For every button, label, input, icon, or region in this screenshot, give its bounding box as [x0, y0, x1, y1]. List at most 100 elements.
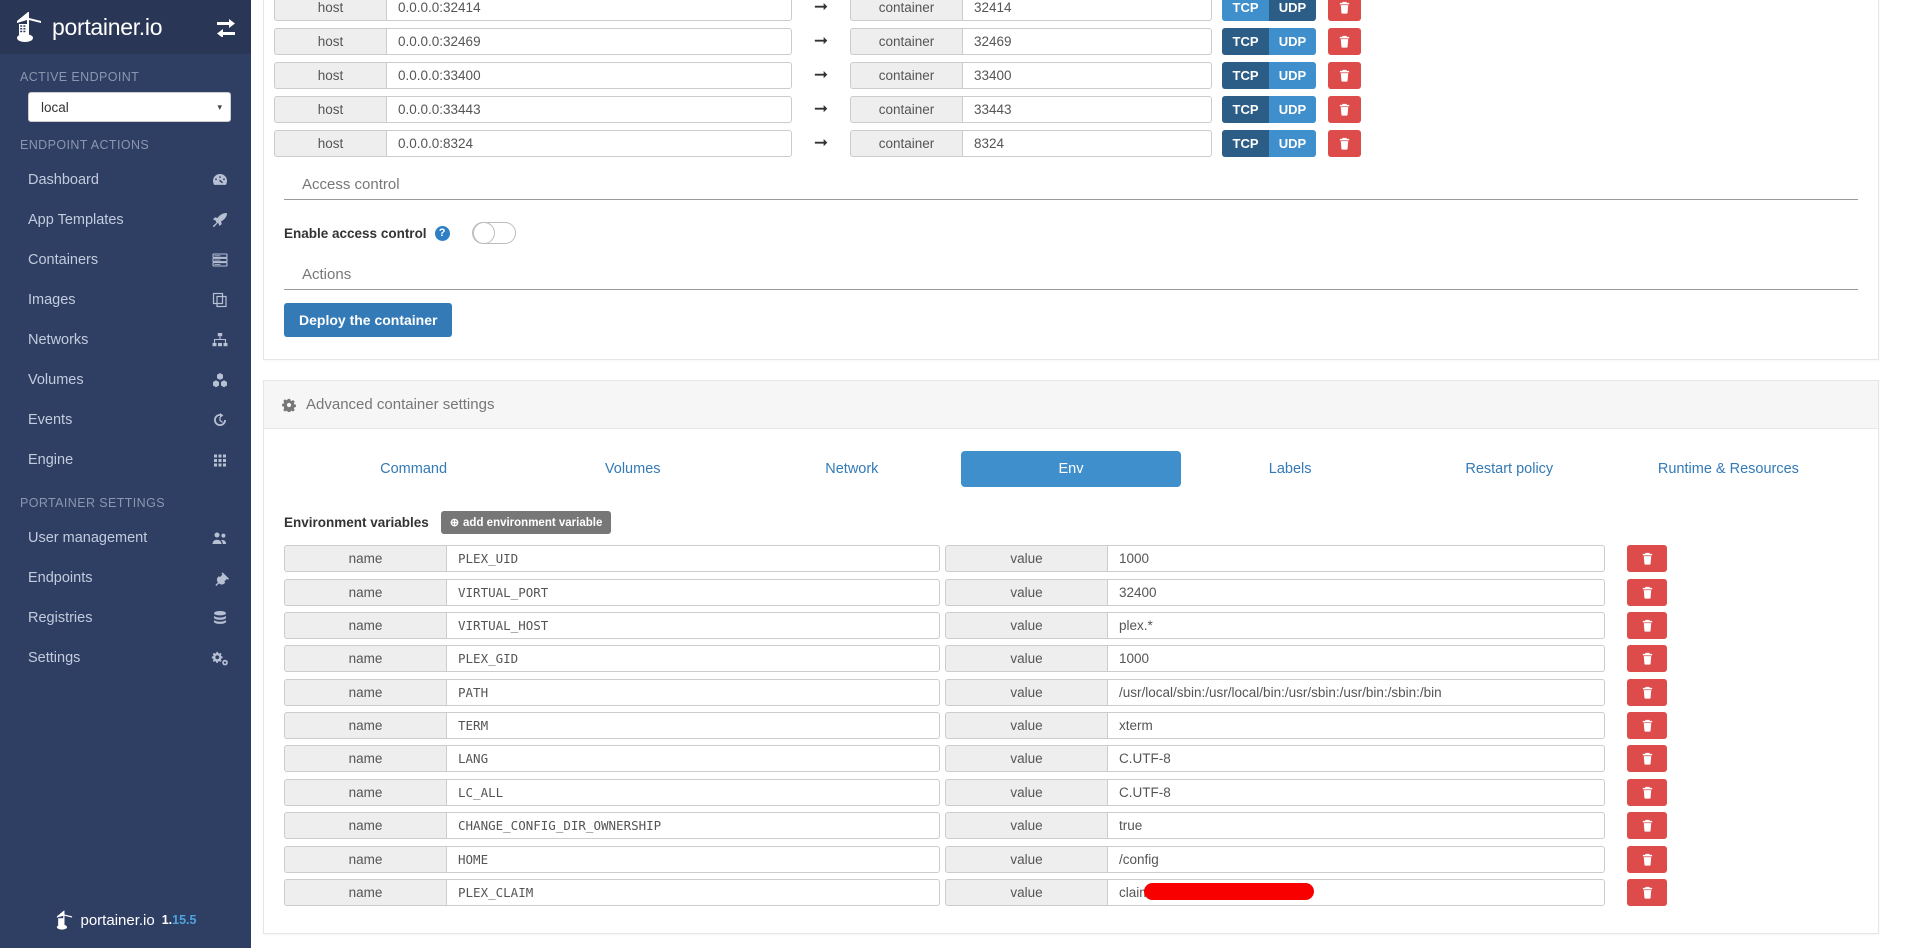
env-value-input[interactable]: 32400	[1107, 578, 1605, 606]
sidebar-item-engine[interactable]: Engine	[0, 440, 251, 480]
protocol-tcp-button[interactable]: TCP	[1222, 129, 1269, 157]
plus-circle-icon: ⊕	[449, 517, 460, 529]
tab-restart-policy[interactable]: Restart policy	[1400, 451, 1619, 487]
env-value-input[interactable]: /config	[1107, 845, 1605, 873]
env-value-input[interactable]: xterm	[1107, 712, 1605, 740]
sidebar-item-dashboard[interactable]: Dashboard	[0, 160, 251, 200]
container-port-input[interactable]: 8324	[962, 129, 1212, 157]
env-name-input[interactable]: PLEX_UID	[446, 545, 940, 573]
delete-env-variable-button[interactable]	[1627, 778, 1667, 806]
env-value-input[interactable]: true	[1107, 812, 1605, 840]
delete-env-variable-button[interactable]	[1627, 611, 1667, 639]
deploy-container-button[interactable]: Deploy the container	[284, 303, 453, 337]
delete-env-variable-button[interactable]	[1627, 745, 1667, 773]
tab-env[interactable]: Env	[961, 451, 1181, 487]
env-value-input[interactable]: 1000	[1107, 645, 1605, 673]
env-value-input[interactable]: C.UTF-8	[1107, 778, 1605, 806]
container-port-group: container 33443	[850, 95, 1212, 123]
trash-icon	[1642, 820, 1652, 832]
container-port-input[interactable]: 32469	[962, 27, 1212, 55]
env-name-input[interactable]: LC_ALL	[446, 778, 940, 806]
sidebar-item-events[interactable]: Events	[0, 400, 251, 440]
protocol-udp-button[interactable]: UDP	[1269, 129, 1316, 157]
delete-port-button[interactable]	[1328, 0, 1361, 21]
sidebar-toggle-icon[interactable]	[215, 17, 237, 38]
env-name-input[interactable]: HOME	[446, 845, 940, 873]
delete-env-variable-button[interactable]	[1627, 645, 1667, 673]
sidebar-item-registries[interactable]: Registries	[0, 598, 251, 638]
port-mapping-row: host 0.0.0.0:33400 ➞ container 33400 TCP…	[274, 58, 1868, 92]
delete-port-button[interactable]	[1328, 129, 1361, 157]
env-name-input[interactable]: CHANGE_CONFIG_DIR_OWNERSHIP	[446, 812, 940, 840]
env-value-group: value claim-	[945, 878, 1605, 906]
protocol-udp-button[interactable]: UDP	[1269, 95, 1316, 123]
env-value-label: value	[945, 578, 1107, 606]
sidebar-item-volumes[interactable]: Volumes	[0, 360, 251, 400]
sidebar-item-endpoints[interactable]: Endpoints	[0, 558, 251, 598]
delete-port-button[interactable]	[1328, 95, 1361, 123]
version-part-b: 15.5	[172, 913, 197, 927]
protocol-udp-button[interactable]: UDP	[1269, 27, 1316, 55]
tab-runtime-resources[interactable]: Runtime & Resources	[1619, 451, 1838, 487]
delete-port-button[interactable]	[1328, 61, 1361, 89]
container-port-input[interactable]: 32414	[962, 0, 1212, 21]
container-port-input[interactable]: 33443	[962, 95, 1212, 123]
protocol-udp-button[interactable]: UDP	[1269, 61, 1316, 89]
tab-labels[interactable]: Labels	[1181, 451, 1400, 487]
delete-env-variable-button[interactable]	[1627, 678, 1667, 706]
arrow-icon: ➞	[813, 0, 829, 16]
protocol-tcp-button[interactable]: TCP	[1222, 0, 1269, 21]
delete-env-variable-button[interactable]	[1627, 812, 1667, 840]
protocol-toggle-group: TCP UDP	[1222, 27, 1316, 55]
delete-env-variable-button[interactable]	[1627, 878, 1667, 906]
delete-env-variable-button[interactable]	[1627, 545, 1667, 573]
sidebar-settings-list: User management Endpoints Registries Set…	[0, 518, 251, 678]
sidebar-item-images[interactable]: Images	[0, 280, 251, 320]
sidebar-item-user-management[interactable]: User management	[0, 518, 251, 558]
add-environment-variable-button[interactable]: ⊕ add environment variable	[440, 511, 612, 534]
sidebar-item-app-templates[interactable]: App Templates	[0, 200, 251, 240]
env-name-input[interactable]: PATH	[446, 678, 940, 706]
env-name-input[interactable]: PLEX_CLAIM	[446, 878, 940, 906]
env-value-input[interactable]: /usr/local/sbin:/usr/local/bin:/usr/sbin…	[1107, 678, 1605, 706]
delete-port-button[interactable]	[1328, 27, 1361, 55]
copy-icon	[211, 291, 229, 309]
host-port-input[interactable]: 0.0.0.0:33443	[386, 95, 792, 123]
trash-icon	[1642, 686, 1652, 699]
env-name-input[interactable]: PLEX_GID	[446, 645, 940, 673]
tab-network[interactable]: Network	[742, 451, 961, 487]
delete-env-variable-button[interactable]	[1627, 578, 1667, 606]
host-port-input[interactable]: 0.0.0.0:8324	[386, 129, 792, 157]
endpoint-select[interactable]: local ▾	[28, 92, 231, 122]
env-name-input[interactable]: VIRTUAL_PORT	[446, 578, 940, 606]
env-name-input[interactable]: TERM	[446, 712, 940, 740]
delete-env-variable-button[interactable]	[1627, 845, 1667, 873]
delete-env-variable-button[interactable]	[1627, 712, 1667, 740]
enable-access-control-toggle[interactable]	[471, 222, 516, 244]
host-port-input[interactable]: 0.0.0.0:33400	[386, 61, 792, 89]
sidebar-item-label: Endpoints	[28, 570, 93, 586]
protocol-tcp-button[interactable]: TCP	[1222, 61, 1269, 89]
protocol-udp-button[interactable]: UDP	[1269, 0, 1316, 21]
environment-variables-header: Environment variables ⊕ add environment …	[264, 487, 1878, 534]
sidebar-item-settings[interactable]: Settings	[0, 638, 251, 678]
host-port-input[interactable]: 0.0.0.0:32414	[386, 0, 792, 21]
container-port-input[interactable]: 33400	[962, 61, 1212, 89]
help-icon[interactable]: ?	[434, 225, 450, 241]
tab-command[interactable]: Command	[304, 451, 523, 487]
sidebar-item-containers[interactable]: Containers	[0, 240, 251, 280]
tab-volumes[interactable]: Volumes	[523, 451, 742, 487]
protocol-tcp-button[interactable]: TCP	[1222, 95, 1269, 123]
env-value-input[interactable]: C.UTF-8	[1107, 745, 1605, 773]
env-value-input[interactable]: plex.*	[1107, 611, 1605, 639]
env-value-input[interactable]: 1000	[1107, 545, 1605, 573]
env-name-input[interactable]: LANG	[446, 745, 940, 773]
env-name-input[interactable]: VIRTUAL_HOST	[446, 611, 940, 639]
host-port-input[interactable]: 0.0.0.0:32469	[386, 27, 792, 55]
sidebar-item-networks[interactable]: Networks	[0, 320, 251, 360]
env-value-input[interactable]: claim-	[1107, 878, 1605, 906]
sidebar-item-label: Containers	[28, 252, 99, 268]
container-label: container	[850, 61, 962, 89]
host-port-group: host 0.0.0.0:33400	[274, 61, 792, 89]
protocol-tcp-button[interactable]: TCP	[1222, 27, 1269, 55]
